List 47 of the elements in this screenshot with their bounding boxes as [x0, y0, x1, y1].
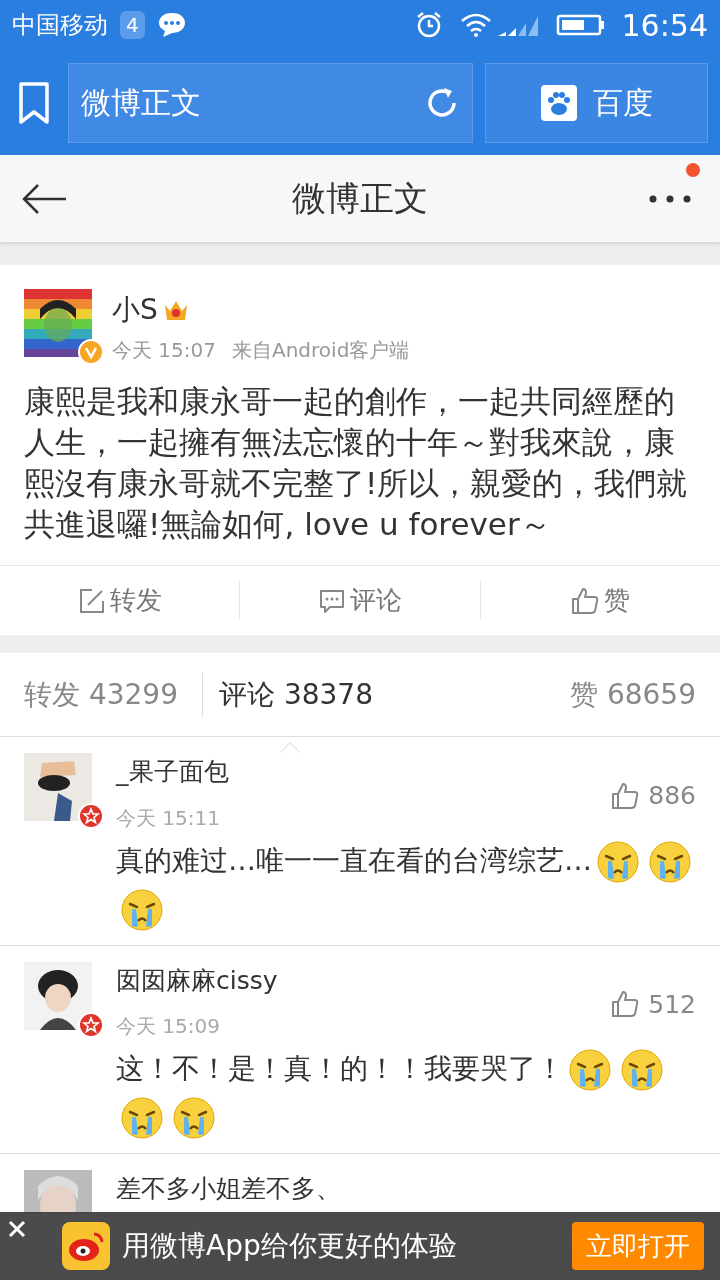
close-icon [8, 1220, 26, 1238]
crying-emoji-icon [568, 1048, 612, 1092]
battery-icon [555, 13, 606, 37]
like-action-button[interactable]: 赞 [570, 581, 631, 620]
wifi-icon [459, 12, 492, 38]
more-icon [648, 193, 692, 204]
edit-icon [77, 586, 106, 615]
clock-time: 16:54 [621, 6, 708, 45]
comment-time: 今天 15:11 [116, 804, 221, 832]
commenter-name[interactable]: _果子面包 [116, 753, 611, 791]
carrier-name: 中国移动 [12, 10, 108, 41]
paw-icon [540, 84, 577, 121]
post-text: 康熙是我和康永哥一起的創作，一起共同經歷的人生，一起擁有無法忘懷的十年～對我來說，康熙沒有康永哥就不完整了!所以，親愛的，我們就共進退囉!無論如何, love u forever～ [23, 382, 689, 544]
bookmark-icon [17, 79, 51, 126]
chat-bubble-icon [156, 11, 187, 39]
post-time: 今天 15:07 [112, 337, 216, 364]
app-logo-icon [62, 1222, 110, 1270]
comment-like-button[interactable]: 512 [610, 985, 696, 1023]
comment-action-button[interactable]: 评论 [318, 581, 402, 620]
address-field[interactable]: 微博正文 [68, 62, 473, 143]
page-title: 微博正文 [291, 177, 429, 220]
stats-tab[interactable]: 评论 38378 [219, 672, 373, 717]
back-arrow-icon [20, 181, 68, 216]
crying-emoji-icon [120, 887, 164, 932]
crying-emoji-icon [648, 839, 692, 884]
comment-like-button[interactable]: 886 [610, 777, 696, 815]
crying-emoji-icon [172, 1096, 216, 1140]
commenter-name[interactable]: 差不多小姐差不多、 [116, 1170, 696, 1208]
author-name[interactable]: 小S [112, 289, 158, 331]
comment-text: 这！不！是！真！的！！我要哭了！ [116, 1052, 564, 1085]
thumbs-up-icon [570, 585, 601, 616]
stats-tab[interactable]: 转发 43299 [24, 672, 178, 717]
crying-emoji-icon [120, 1096, 164, 1140]
comment-text: 真的难过…唯一一直在看的台湾综艺… [116, 843, 592, 877]
search-engine-button[interactable]: 百度 [485, 62, 708, 143]
post-source: 来自Android客户端 [232, 337, 410, 364]
crying-emoji-icon [620, 1048, 664, 1092]
banner-text: 用微博App给你更好的体验 [122, 1228, 458, 1264]
notification-count: 4 [120, 11, 145, 39]
open-app-button[interactable]: 立即打开 [572, 1222, 704, 1270]
thumbs-up-icon [610, 989, 641, 1020]
repost-action-button[interactable]: 转发 [77, 581, 162, 620]
commenter-name[interactable]: 囡囡麻麻cissy [116, 961, 611, 999]
stats-tab[interactable]: 赞 68659 [570, 672, 696, 717]
comment-time: 今天 15:09 [116, 1013, 221, 1040]
crying-emoji-icon [596, 839, 640, 884]
thumbs-up-icon [610, 780, 641, 811]
